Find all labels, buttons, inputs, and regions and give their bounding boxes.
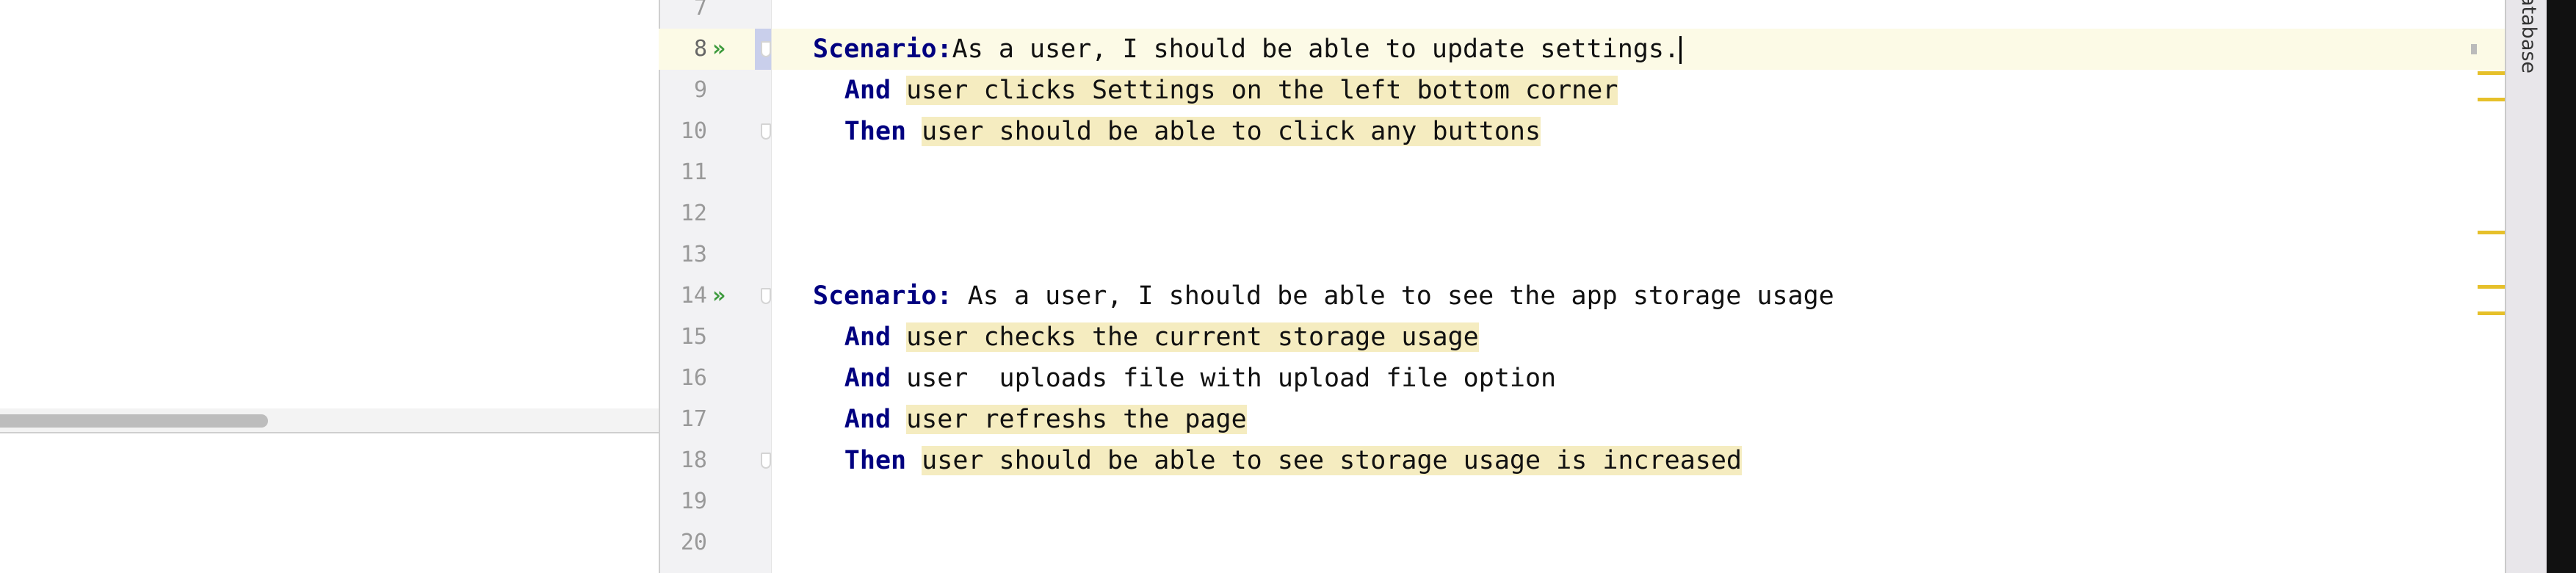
line-number: 17 [680,406,707,432]
line-number: 20 [680,530,707,555]
line-number: 8 [693,36,707,62]
code-line[interactable]: Then user should be able to click any bu… [844,111,1541,152]
scenario-title: As a user, I should be able to see the a… [952,281,1834,311]
scrollbar-thumb[interactable] [0,414,268,428]
line-number: 10 [680,118,707,144]
warning-stripe-mark[interactable] [2478,311,2505,315]
gherkin-keyword: And [844,76,891,105]
fold-icon[interactable] [761,288,771,304]
line-number: 9 [693,77,707,103]
step-text: user should be able to click any buttons [922,117,1541,146]
line-number: 11 [680,159,707,185]
step-text: user uploads file with upload file optio… [906,364,1557,393]
code-line[interactable]: Then user should be able to see storage … [844,440,1742,481]
code-line[interactable]: Scenario: As a user, I should be able to… [813,275,1834,317]
fold-icon[interactable] [761,41,771,57]
warning-stripe-mark[interactable] [2478,98,2505,101]
fold-icon[interactable] [761,123,771,140]
text-caret [1679,36,1682,64]
warning-stripe-mark[interactable] [2478,231,2505,234]
gherkin-keyword: Scenario: [813,281,952,311]
horizontal-scrollbar[interactable] [0,408,659,433]
gherkin-keyword: Scenario: [813,35,952,64]
code-line[interactable]: And user checks the current storage usag… [844,317,1479,358]
step-text: user checks the current storage usage [906,322,1479,352]
inspection-status-marker [2471,44,2477,54]
warning-stripe-mark[interactable] [2478,71,2505,75]
warning-stripe-mark[interactable] [2478,285,2505,289]
gherkin-keyword: And [844,405,891,434]
step-text: user clicks Settings on the left bottom … [906,76,1618,105]
line-number: 14 [680,283,707,309]
run-scenario-icon[interactable]: » [712,29,726,70]
line-number: 7 [693,0,707,21]
right-tool-window-bar: atabase [2505,0,2547,573]
code-line[interactable]: And user uploads file with upload file o… [844,358,1556,399]
fold-icon[interactable] [761,453,771,469]
line-number: 16 [680,365,707,391]
code-line[interactable]: And user refreshs the page [844,399,1247,440]
code-line[interactable]: Scenario:As a user, I should be able to … [813,29,1682,70]
gherkin-keyword: And [844,322,891,352]
line-number: 18 [680,447,707,473]
code-line[interactable]: And user clicks Settings on the left bot… [844,70,1618,111]
step-text: user should be able to see storage usage… [922,446,1742,475]
project-panel [0,0,659,573]
line-number: 19 [680,489,707,514]
line-number: 13 [680,242,707,267]
gherkin-keyword: Then [844,446,907,475]
line-number: 12 [680,201,707,226]
run-scenario-icon[interactable]: » [712,275,726,317]
database-tool-window-tab[interactable]: atabase [2517,0,2540,73]
gherkin-keyword: Then [844,117,907,146]
step-text: user refreshs the page [906,405,1247,434]
line-number: 15 [680,324,707,350]
screen-edge [2547,0,2576,573]
scenario-title: As a user, I should be able to update se… [952,35,1680,64]
gherkin-keyword: And [844,364,891,393]
